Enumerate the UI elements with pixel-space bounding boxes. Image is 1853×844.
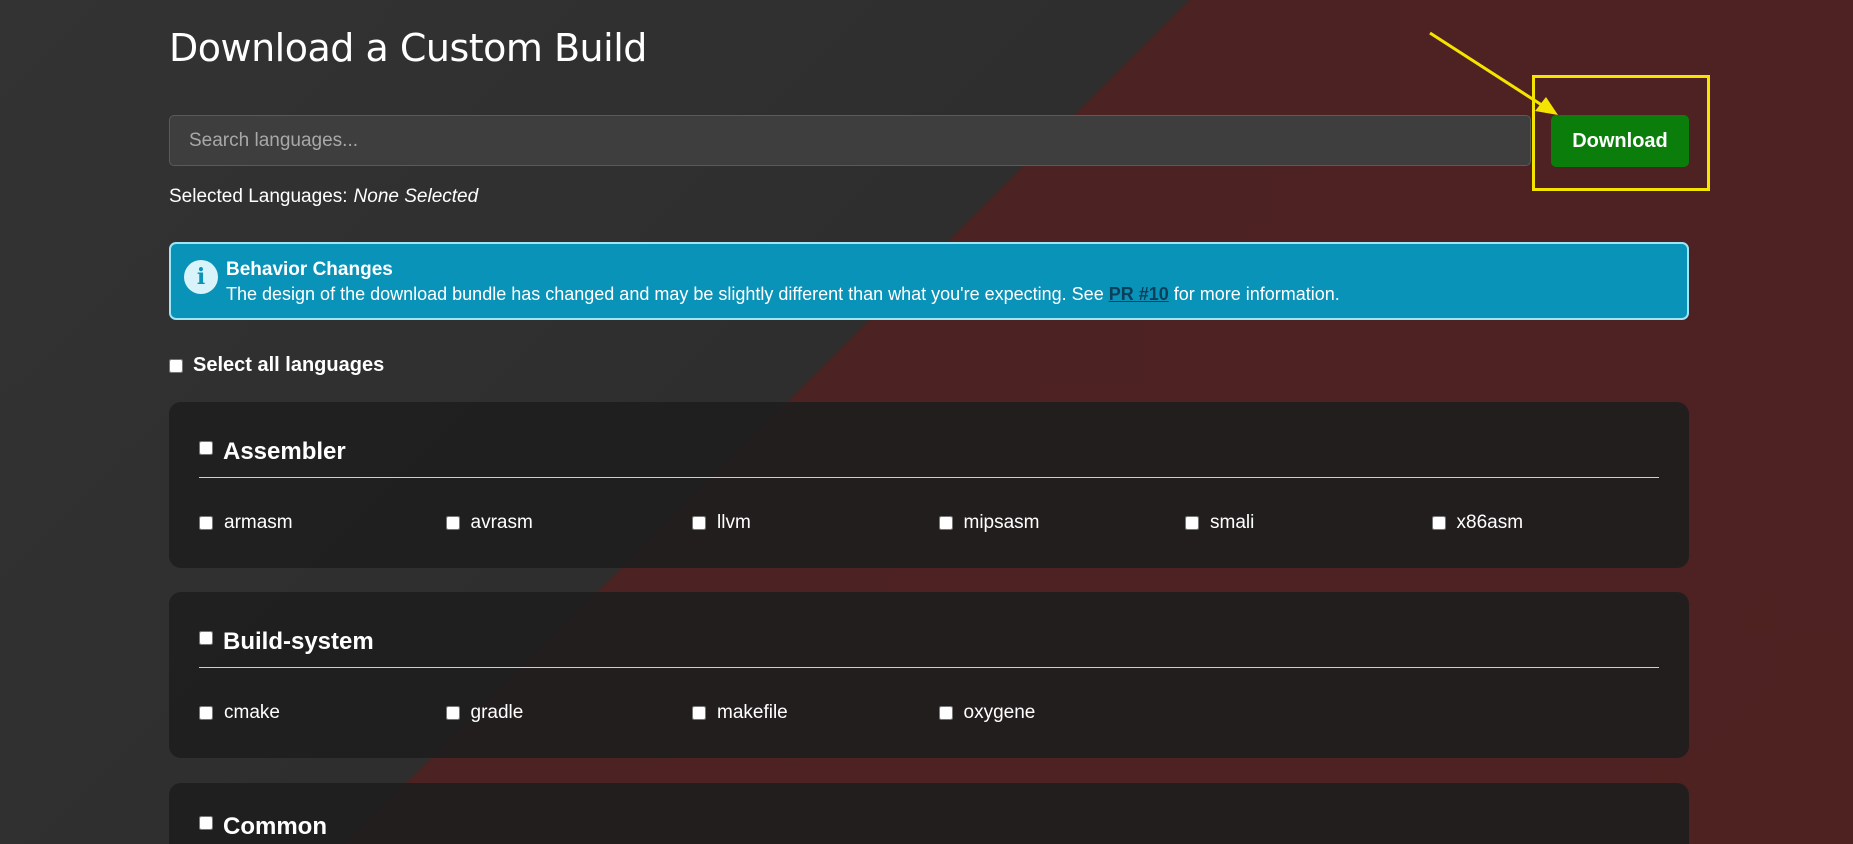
language-checkbox[interactable] (692, 516, 706, 530)
alert-body: The design of the download bundle has ch… (226, 284, 1340, 305)
select-all-languages[interactable]: Select all languages (169, 354, 384, 377)
language-checkbox[interactable] (199, 516, 213, 530)
pr-link[interactable]: PR #10 (1109, 284, 1169, 304)
category-divider (199, 667, 1659, 668)
category-header-build-system[interactable]: Build-system (199, 628, 374, 656)
page-title: Download a Custom Build (169, 26, 647, 70)
language-item-armasm[interactable]: armasm (199, 512, 446, 534)
category-card-assembler: Assembler armasm avrasm llvm mipsasm sma… (169, 402, 1689, 568)
selected-languages: Selected Languages: None Selected (169, 186, 478, 208)
select-all-checkbox[interactable] (169, 358, 183, 373)
language-label: armasm (224, 512, 293, 533)
category-checkbox-common[interactable] (199, 816, 213, 830)
language-checkbox[interactable] (938, 516, 953, 530)
language-item-gradle[interactable]: gradle (445, 702, 693, 724)
language-label: cmake (224, 702, 280, 723)
select-all-label: Select all languages (193, 354, 385, 376)
language-item-avrasm[interactable]: avrasm (445, 512, 693, 534)
language-label: smali (1210, 512, 1255, 533)
language-list: armasm avrasm llvm mipsasm smali x86asm (199, 512, 1678, 534)
category-card-build-system: Build-system cmake gradle makefile oxyge… (169, 592, 1689, 758)
language-checkbox[interactable] (445, 516, 460, 530)
language-checkbox[interactable] (445, 706, 460, 720)
search-input[interactable] (169, 115, 1531, 166)
language-label: mipsasm (963, 512, 1040, 533)
alert-text-after: for more information. (1168, 284, 1340, 304)
language-label: oxygene (963, 702, 1036, 723)
category-checkbox-build-system[interactable] (199, 631, 213, 645)
category-card-common: Common (169, 783, 1689, 844)
language-checkbox[interactable] (1185, 516, 1199, 530)
language-item-cmake[interactable]: cmake (199, 702, 446, 724)
language-label: avrasm (470, 512, 533, 533)
language-item-mipsasm[interactable]: mipsasm (938, 512, 1186, 534)
language-label: llvm (717, 512, 751, 533)
category-header-common[interactable]: Common (199, 813, 327, 841)
language-checkbox[interactable] (692, 706, 706, 720)
selected-languages-value: None Selected (353, 186, 479, 207)
selected-languages-label: Selected Languages: (169, 186, 348, 207)
language-checkbox[interactable] (1431, 516, 1446, 530)
language-checkbox[interactable] (938, 706, 953, 720)
category-header-assembler[interactable]: Assembler (199, 438, 346, 466)
language-item-oxygene[interactable]: oxygene (938, 702, 1186, 724)
language-label: gradle (470, 702, 524, 723)
category-title: Common (223, 813, 327, 840)
category-checkbox-assembler[interactable] (199, 441, 213, 455)
language-item-makefile[interactable]: makefile (692, 702, 939, 724)
language-item-x86asm[interactable]: x86asm (1431, 512, 1679, 534)
language-item-smali[interactable]: smali (1185, 512, 1432, 534)
info-icon: i (184, 260, 218, 294)
behavior-changes-alert: i Behavior Changes The design of the dow… (169, 242, 1689, 320)
annotation-arrow-icon (1429, 31, 1558, 115)
alert-heading: Behavior Changes (226, 259, 393, 280)
language-label: makefile (717, 702, 788, 723)
language-item-llvm[interactable]: llvm (692, 512, 939, 534)
language-checkbox[interactable] (199, 706, 213, 720)
language-list: cmake gradle makefile oxygene (199, 702, 1185, 724)
language-label: x86asm (1456, 512, 1524, 533)
category-title: Assembler (223, 438, 346, 465)
category-divider (199, 477, 1659, 478)
category-title: Build-system (223, 628, 374, 655)
alert-text-before: The design of the download bundle has ch… (226, 284, 1109, 304)
